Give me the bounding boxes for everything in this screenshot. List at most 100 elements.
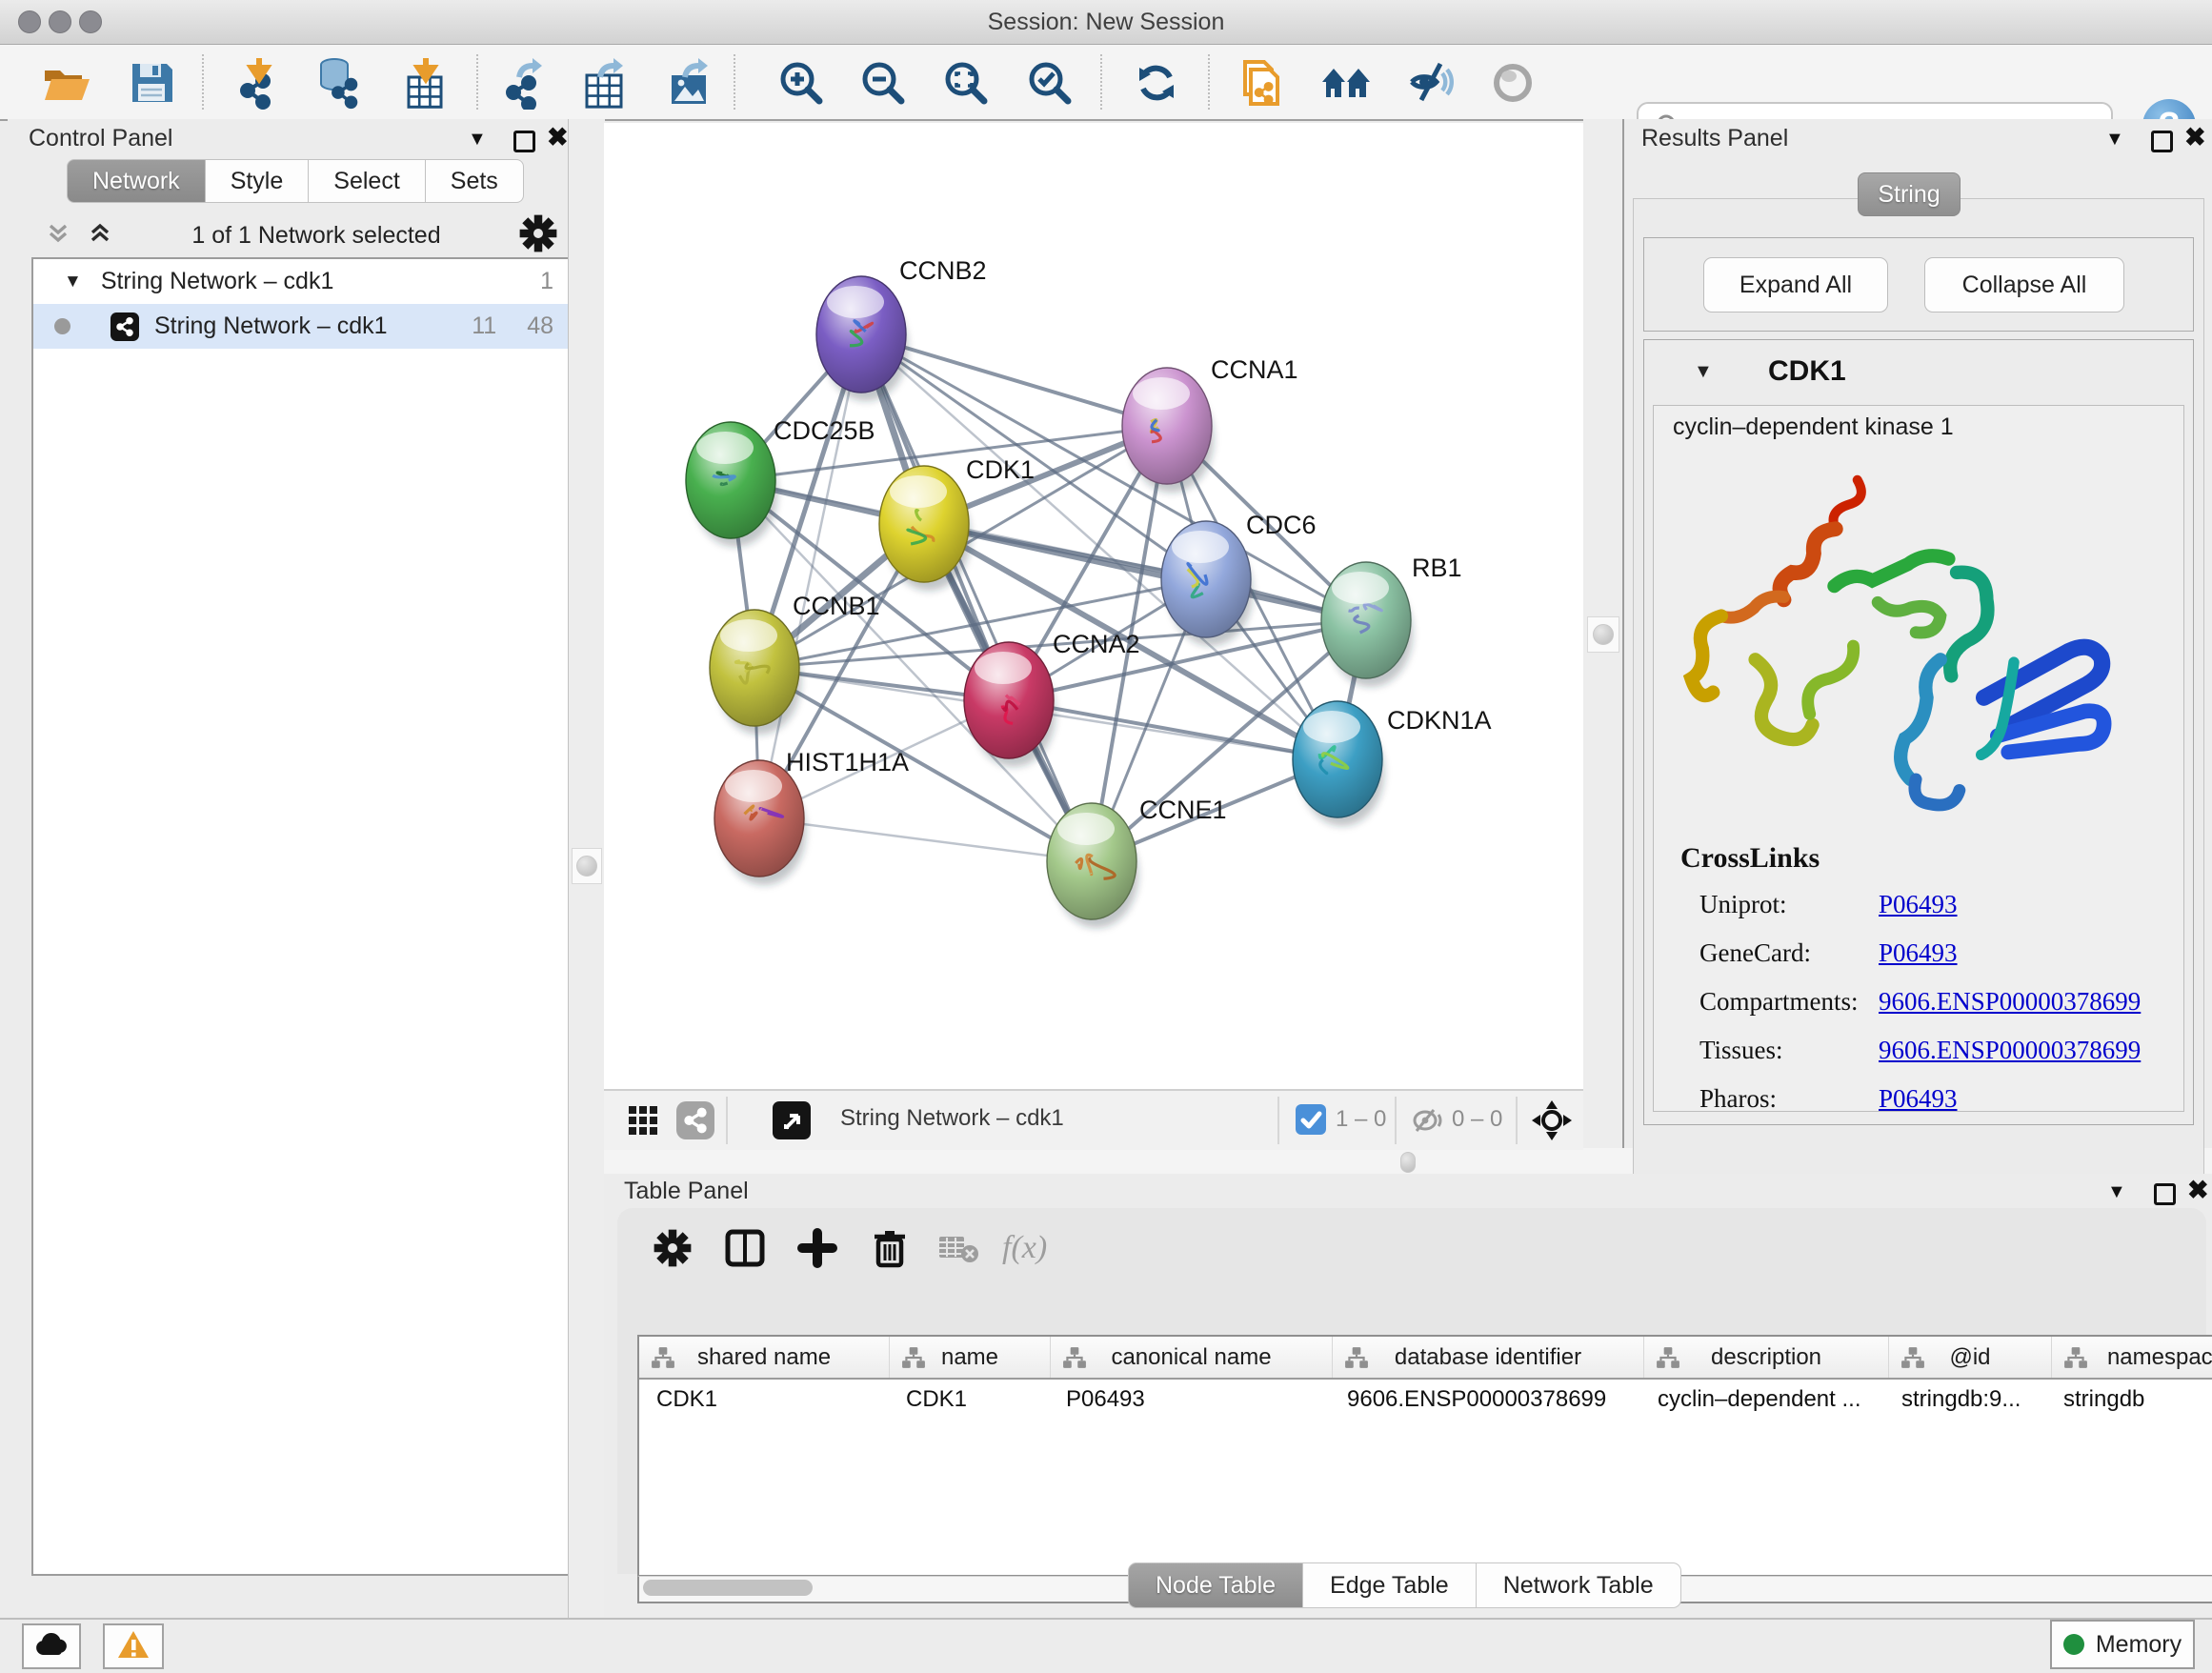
network-node-HIST1H1A[interactable] [714,760,806,885]
zoom-fit-icon[interactable] [938,55,994,111]
selected-checkbox-icon[interactable] [1296,1104,1326,1139]
node-label-CCNB2: CCNB2 [899,256,987,285]
tab-network[interactable]: Network [67,159,206,203]
crosslinks-list: Uniprot:P06493GeneCard:P06493Compartment… [1699,880,2176,1123]
tab-sets[interactable]: Sets [426,159,524,203]
right-panel-divider[interactable] [1583,119,1622,1148]
right-divider-handle[interactable] [1593,624,1614,645]
refresh-icon[interactable] [1129,55,1184,111]
column-header--id[interactable]: @id [1888,1337,2051,1378]
export-image-icon[interactable] [663,55,718,111]
network-node-CCNE1[interactable] [1047,803,1138,928]
column-header-shared-name[interactable]: shared name [639,1337,889,1378]
left-panel-divider[interactable] [568,119,605,1618]
table-cell: stringdb:9... [1884,1386,2046,1413]
fit-content-crosshair-icon[interactable] [1524,1093,1579,1148]
control-panel-title: Control Panel [29,125,172,152]
network-node-CDC25B[interactable] [686,422,777,547]
card-expander-icon[interactable]: ▼ [1694,361,1713,383]
column-header-description[interactable]: description [1643,1337,1888,1378]
node-label-CDC6: CDC6 [1246,511,1317,539]
detach-view-icon[interactable] [764,1093,819,1148]
table-cell: stringdb [2046,1386,2212,1413]
hide-panel-icon[interactable] [1401,55,1457,111]
expand-all-button[interactable]: Expand All [1703,257,1888,312]
column-header-label: namespace [2107,1344,2212,1371]
zoom-out-icon[interactable] [855,55,911,111]
crosslink-link[interactable]: 9606.ENSP00000378699 [1879,1036,2141,1065]
table-row[interactable]: CDK1CDK1P064939606.ENSP00000378699cyclin… [639,1380,2212,1420]
results-panel-close-icon[interactable]: ✖ [2184,123,2206,152]
control-panel-close-icon[interactable]: ✖ [547,123,569,152]
import-table-icon[interactable] [398,55,453,111]
table-panel-close-icon[interactable]: ✖ [2187,1176,2209,1205]
network-options-gear-icon[interactable] [519,214,557,257]
zoom-in-icon[interactable] [774,55,829,111]
tab-edge-table[interactable]: Edge Table [1303,1562,1477,1608]
collapse-all-button[interactable]: Collapse All [1924,257,2124,312]
network-node-CCNB1[interactable] [710,610,801,735]
column-header-database-identifier[interactable]: database identifier [1332,1337,1643,1378]
save-icon[interactable] [124,55,179,111]
network-node-CDK1[interactable] [879,466,971,591]
zoom-selected-icon[interactable] [1022,55,1077,111]
network-node-CCNA1[interactable] [1122,368,1214,493]
left-divider-handle[interactable] [576,856,597,877]
hidden-count: 0 – 0 [1452,1106,1502,1133]
export-table-icon[interactable] [578,55,633,111]
expand-collapse-box: Expand All Collapse All [1643,237,2194,332]
crosslink-link[interactable]: 9606.ENSP00000378699 [1879,987,2141,1017]
network-node-CCNA2[interactable] [964,642,1056,767]
network-node-CDC6[interactable] [1161,521,1253,646]
clone-network-icon[interactable] [1233,55,1288,111]
memory-button[interactable]: Memory [2050,1620,2195,1669]
table-options-gear-icon[interactable] [646,1221,699,1275]
network-node-CCNB2[interactable] [816,276,908,401]
column-header-namespace[interactable]: namespace [2051,1337,2212,1378]
protein-structure-image [1673,455,2164,836]
export-network-icon[interactable] [497,55,553,111]
network-collection-row[interactable]: ▼ String Network – cdk1 1 [33,259,571,304]
warning-button[interactable] [103,1623,164,1669]
column-header-canonical-name[interactable]: canonical name [1050,1337,1332,1378]
table-panel-float-icon[interactable] [2154,1183,2176,1205]
bottom-divider-handle[interactable] [1400,1152,1416,1173]
tab-style[interactable]: Style [206,159,310,203]
network-canvas[interactable]: CCNB2CCNA1CDC25BCDK1CDC6RB1CCNB1CCNA2CDK… [604,123,1583,1089]
table-panel-collapse-icon[interactable]: ▼ [2107,1181,2126,1203]
tree-expander-icon[interactable]: ▼ [64,272,82,292]
tab-network-table[interactable]: Network Table [1477,1562,1681,1608]
network-node-RB1[interactable] [1321,562,1413,687]
results-panel-float-icon[interactable] [2151,131,2173,152]
import-network-icon[interactable] [231,55,287,111]
create-column-icon[interactable] [791,1221,844,1275]
delete-column-icon[interactable] [863,1221,916,1275]
birdseye-grid-icon[interactable] [615,1093,671,1148]
import-database-icon[interactable] [312,55,367,111]
crosslink-link[interactable]: P06493 [1879,938,1958,968]
function-builder-icon[interactable]: f(x) [1002,1221,1047,1275]
control-panel-collapse-icon[interactable]: ▼ [468,129,487,151]
table-header-row: shared namenamecanonical namedatabase id… [639,1337,2212,1380]
crosslink-link[interactable]: P06493 [1879,890,1958,919]
string-badge-icon[interactable] [668,1093,723,1148]
show-columns-icon[interactable] [718,1221,772,1275]
show-panel-icon[interactable] [1485,55,1540,111]
control-panel-float-icon[interactable] [513,131,535,152]
expand-all-icon[interactable] [87,220,113,252]
open-icon[interactable] [38,55,93,111]
tab-string[interactable]: String [1858,172,1961,216]
network-node-CDKN1A[interactable] [1293,701,1384,826]
tab-select[interactable]: Select [309,159,425,203]
cloud-button[interactable] [22,1623,81,1669]
collapse-all-icon[interactable] [45,220,71,252]
crosslink-link[interactable]: P06493 [1879,1084,1958,1114]
scrollbar-thumb[interactable] [643,1580,813,1596]
tab-node-table[interactable]: Node Table [1128,1562,1303,1608]
delete-table-icon[interactable] [932,1221,985,1275]
results-panel-collapse-icon[interactable]: ▼ [2105,129,2124,151]
home-icon[interactable] [1318,55,1374,111]
column-sort-icon [651,1345,675,1377]
network-row[interactable]: String Network – cdk1 11 48 [33,304,571,349]
column-header-name[interactable]: name [889,1337,1050,1378]
